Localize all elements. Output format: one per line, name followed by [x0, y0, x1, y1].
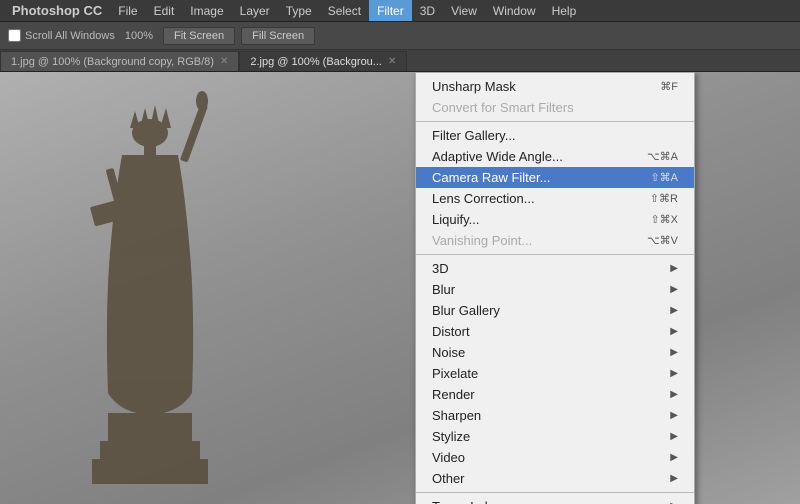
- menu-edit[interactable]: Edit: [146, 0, 183, 21]
- filter-sharpen[interactable]: Sharpen ▶: [416, 405, 694, 426]
- menu-3d[interactable]: 3D: [412, 0, 443, 21]
- menubar: Photoshop CC File Edit Image Layer Type …: [0, 0, 800, 22]
- filter-video[interactable]: Video ▶: [416, 447, 694, 468]
- filter-adaptive-wide-angle[interactable]: Adaptive Wide Angle... ⌥⌘A: [416, 146, 694, 167]
- filter-stylize[interactable]: Stylize ▶: [416, 426, 694, 447]
- menu-select[interactable]: Select: [320, 0, 369, 21]
- filter-blur[interactable]: Blur ▶: [416, 279, 694, 300]
- filter-liquify[interactable]: Liquify... ⇧⌘X: [416, 209, 694, 230]
- filter-render[interactable]: Render ▶: [416, 384, 694, 405]
- canvas-area: Unsharp Mask ⌘F Convert for Smart Filter…: [0, 72, 800, 504]
- app-brand: Photoshop CC: [4, 3, 110, 18]
- tab-1-close[interactable]: ✕: [220, 56, 228, 67]
- menu-layer[interactable]: Layer: [232, 0, 278, 21]
- filter-camera-raw[interactable]: Camera Raw Filter... ⇧⌘A: [416, 167, 694, 188]
- filter-distort[interactable]: Distort ▶: [416, 321, 694, 342]
- tab-1[interactable]: 1.jpg @ 100% (Background copy, RGB/8) ✕: [0, 51, 239, 71]
- menu-help[interactable]: Help: [544, 0, 585, 21]
- filter-vanishing-point: Vanishing Point... ⌥⌘V: [416, 230, 694, 251]
- filter-section-1: Unsharp Mask ⌘F Convert for Smart Filter…: [416, 73, 694, 122]
- menu-image[interactable]: Image: [182, 0, 231, 21]
- filter-section-4: Topaz Labs ▶: [416, 493, 694, 504]
- filter-lens-correction[interactable]: Lens Correction... ⇧⌘R: [416, 188, 694, 209]
- filter-3d[interactable]: 3D ▶: [416, 258, 694, 279]
- statue-svg: [50, 72, 250, 504]
- filter-pixelate[interactable]: Pixelate ▶: [416, 363, 694, 384]
- menu-window[interactable]: Window: [485, 0, 544, 21]
- tab-2-label: 2.jpg @ 100% (Backgrou...: [250, 56, 382, 68]
- menu-type[interactable]: Type: [278, 0, 320, 21]
- statue-container: [50, 72, 350, 504]
- fit-screen-button[interactable]: Fit Screen: [163, 27, 235, 45]
- menu-view[interactable]: View: [443, 0, 485, 21]
- menu-filter[interactable]: Filter: [369, 0, 412, 21]
- tab-2[interactable]: 2.jpg @ 100% (Backgrou... ✕: [239, 51, 407, 71]
- filter-noise[interactable]: Noise ▶: [416, 342, 694, 363]
- scroll-all-windows-control[interactable]: Scroll All Windows: [8, 29, 115, 42]
- filter-blur-gallery[interactable]: Blur Gallery ▶: [416, 300, 694, 321]
- menu-file[interactable]: File: [110, 0, 145, 21]
- filter-topaz-labs[interactable]: Topaz Labs ▶: [416, 496, 694, 504]
- tab-2-close[interactable]: ✕: [388, 56, 396, 67]
- zoom-value: 100%: [125, 30, 153, 42]
- tab-1-label: 1.jpg @ 100% (Background copy, RGB/8): [11, 56, 214, 68]
- toolbar: Scroll All Windows 100% Fit Screen Fill …: [0, 22, 800, 50]
- filter-section-3: 3D ▶ Blur ▶ Blur Gallery ▶ Distort ▶ Noi…: [416, 255, 694, 493]
- filter-section-2: Filter Gallery... Adaptive Wide Angle...…: [416, 122, 694, 255]
- tabs-bar: 1.jpg @ 100% (Background copy, RGB/8) ✕ …: [0, 50, 800, 72]
- filter-convert-smart: Convert for Smart Filters: [416, 97, 694, 118]
- filter-unsharp-mask[interactable]: Unsharp Mask ⌘F: [416, 76, 694, 97]
- filter-other[interactable]: Other ▶: [416, 468, 694, 489]
- filter-gallery[interactable]: Filter Gallery...: [416, 125, 694, 146]
- filter-dropdown[interactable]: Unsharp Mask ⌘F Convert for Smart Filter…: [415, 72, 695, 504]
- fill-screen-button[interactable]: Fill Screen: [241, 27, 315, 45]
- scroll-all-windows-label: Scroll All Windows: [25, 30, 115, 42]
- scroll-all-windows-checkbox[interactable]: [8, 29, 21, 42]
